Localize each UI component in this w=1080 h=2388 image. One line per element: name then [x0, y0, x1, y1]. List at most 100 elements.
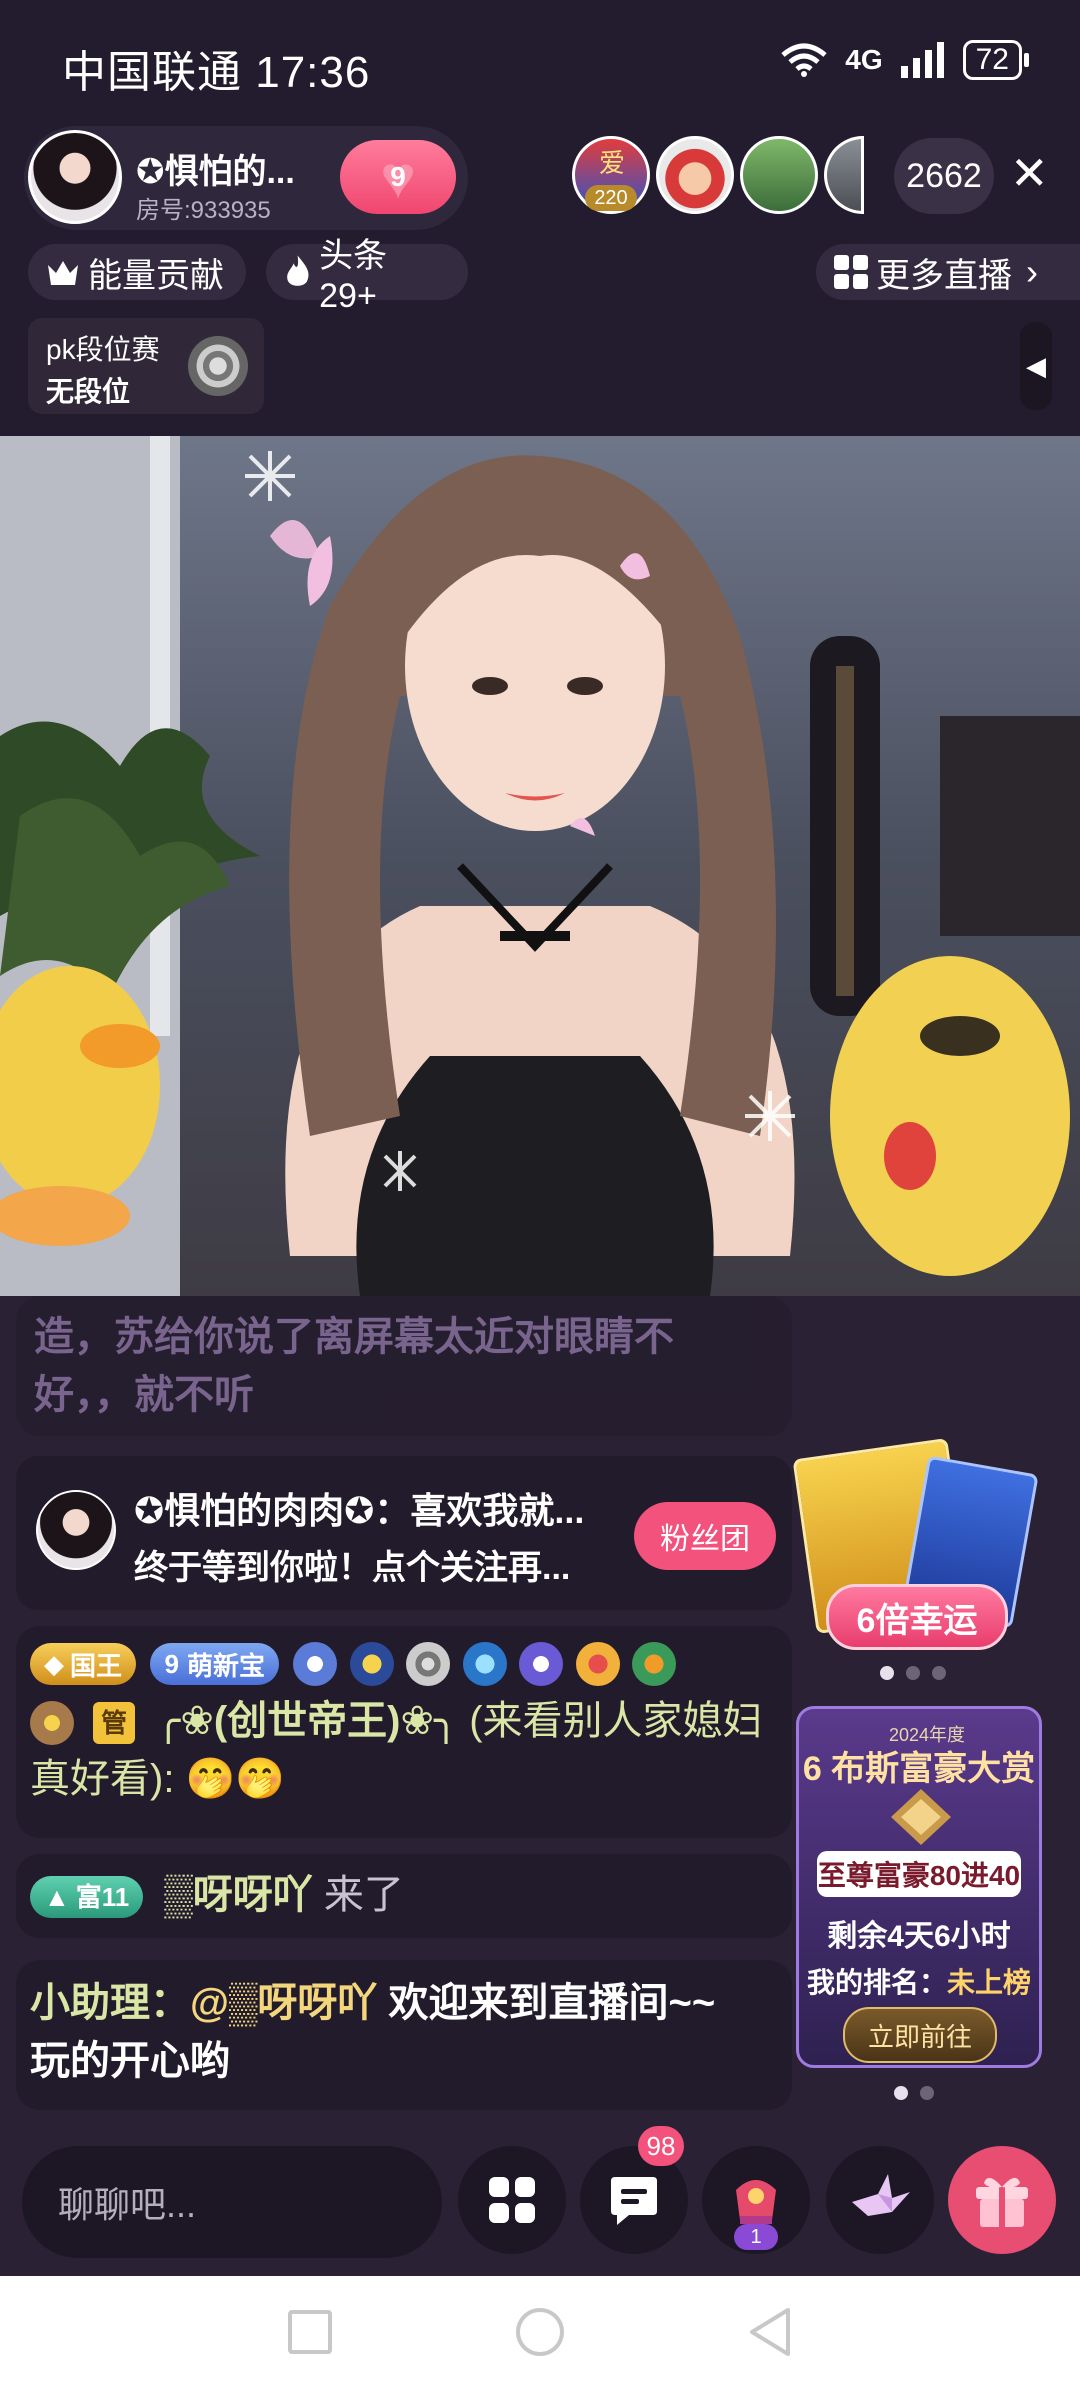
viewer-avatar[interactable] — [740, 136, 818, 214]
viewer-badge-label: 爱 — [599, 148, 626, 178]
chat-username[interactable]: ╭❀(创世帝王)❀╮ — [156, 1699, 458, 1743]
battery-indicator: 72 — [962, 40, 1030, 80]
rank-label: 我的排名： — [806, 1967, 947, 1998]
pager-dot — [894, 2086, 908, 2100]
medal-icon — [575, 1642, 620, 1686]
rich-icon: ▲ — [44, 1882, 70, 1913]
fan-level-button[interactable]: 1 — [702, 2146, 810, 2254]
pk-rank-panel[interactable]: pk段位赛 无段位 — [28, 318, 264, 414]
paper-crane-button[interactable] — [826, 2146, 934, 2254]
room-number: 房号:933935 — [136, 197, 271, 224]
newbie-level: 9 — [164, 1648, 179, 1679]
trophy-icon — [891, 1789, 951, 1845]
clock: 17:36 — [255, 48, 371, 97]
lucky-gift-promo[interactable]: 6倍幸运 — [792, 1436, 1040, 1666]
message-body: 管 ╭❀(创世帝王)❀╮ (来看别人家媳妇真好看): 🤭🤭 — [30, 1692, 778, 1808]
pk-title: pk段位赛 — [46, 334, 160, 365]
carrier-label: 中国联通 — [62, 48, 242, 97]
chat-text: 来了 — [323, 1873, 404, 1917]
rich-badge-label: 富11 — [75, 1882, 130, 1913]
pager-dot — [906, 1666, 920, 1680]
mention[interactable]: @▒呀呀吖 — [190, 1981, 377, 2025]
system-message: 小助理：@▒呀呀吖 欢迎来到直播间~~ 玩的开心哟 — [16, 1960, 792, 2110]
chevron-right-icon: › — [1026, 251, 1038, 292]
live-video[interactable] — [0, 436, 1080, 1296]
gift-button[interactable] — [948, 2146, 1056, 2254]
medal-icon — [462, 1642, 507, 1686]
viewer-avatar[interactable] — [824, 136, 864, 214]
newbie-badge-label: 萌新宝 — [186, 1650, 265, 1681]
bottom-toolbar: 聊聊吧... 98 1 — [0, 2126, 1080, 2276]
follow-heart-button[interactable]: ♥ 9 — [340, 140, 456, 214]
wifi-icon — [781, 43, 827, 77]
faded-message: 造，苏给你说了离屏幕太近对眼睛不 好，，就不听 — [16, 1296, 792, 1436]
viewer-badge-value: 220 — [585, 185, 637, 211]
assistant-prefix: 小助理： — [30, 1981, 190, 2025]
follow-prompt-card[interactable]: ✪惧怕的肉肉✪：喜欢我就... 终于等到你啦！点个关注再... 粉丝团 — [16, 1456, 792, 1610]
host-info[interactable]: ✪惧怕的... 房号:933935 ♥ 9 — [24, 126, 468, 230]
side-panel-toggle[interactable]: ◀ — [1020, 322, 1052, 410]
promo-subtitle: 至尊富豪80进40 — [817, 1851, 1021, 1897]
paper-crane-icon — [852, 2174, 910, 2216]
medal-icon — [632, 1642, 677, 1686]
status-left: 中国联通 17:36 — [62, 36, 370, 100]
promo-remaining: 剩余4天6小时 — [827, 1920, 1011, 1953]
more-live-chip[interactable]: 更多直播 › — [816, 244, 1080, 300]
home-icon[interactable] — [510, 2302, 570, 2362]
viewer-avatar[interactable] — [656, 136, 734, 214]
viewer-count[interactable]: 2662 — [894, 138, 994, 214]
lucky-label: 6倍幸运 — [826, 1584, 1008, 1650]
apps-grid-icon — [489, 2177, 535, 2223]
welcome-text: 欢迎来到直播间~~ — [388, 1981, 716, 2025]
follow-card-text: 终于等到你啦！点个关注再... — [134, 1549, 571, 1587]
host-name: ✪惧怕的... — [136, 153, 295, 191]
video-frame — [0, 436, 1080, 1296]
grid-icon — [834, 255, 868, 289]
pager-dot — [932, 1666, 946, 1680]
medal-icon — [293, 1642, 338, 1686]
message-icon — [611, 2177, 657, 2225]
pk-rank: 无段位 — [46, 376, 131, 407]
lucky-pager — [880, 1666, 946, 1680]
messages-button[interactable]: 98 — [580, 2126, 688, 2254]
level-badge: 1 — [734, 2224, 778, 2250]
pager-dot — [880, 1666, 894, 1680]
headline-chip[interactable]: 头条 29+ — [266, 237, 468, 315]
chat-input[interactable]: 聊聊吧... — [22, 2146, 442, 2258]
message-body: ▲ 富11 ▒呀呀吖 来了 — [30, 1866, 778, 1924]
energy-label: 能量贡献 — [88, 256, 224, 295]
headline-label: 头条 29+ — [319, 237, 388, 315]
chat-username[interactable]: ▒呀呀吖 — [164, 1873, 312, 1917]
badge-row: ◆ 国王 9 萌新宝 — [30, 1642, 778, 1686]
more-live-label: 更多直播 — [876, 256, 1012, 295]
close-icon[interactable]: ✕ — [1010, 146, 1049, 200]
back-icon[interactable] — [740, 2302, 800, 2362]
flame-icon — [287, 255, 309, 286]
chat-message[interactable]: ◆ 国王 9 萌新宝 管 ╭❀(创世帝王)❀╮ (来看别人家媳妇真好看): 🤭🤭 — [16, 1626, 792, 1838]
medal-icon — [519, 1642, 564, 1686]
viewer-avatar[interactable]: 爱 220 — [572, 136, 650, 214]
chevron-left-icon: ◀ — [1026, 350, 1046, 381]
medal-icon — [349, 1642, 394, 1686]
energy-contribution-chip[interactable]: 能量贡献 — [28, 244, 246, 300]
host-avatar-small[interactable] — [36, 1490, 116, 1570]
recent-apps-icon[interactable] — [280, 2302, 340, 2362]
chat-message[interactable]: ▲ 富11 ▒呀呀吖 来了 — [16, 1854, 792, 1938]
status-right: 4G 72 — [781, 40, 1030, 80]
heart-level: 9 — [390, 161, 406, 192]
host-avatar[interactable] — [28, 130, 122, 224]
fan-club-button[interactable]: 粉丝团 — [634, 1502, 776, 1570]
go-now-button[interactable]: 立即前往 — [843, 2007, 997, 2063]
follow-card-title: ✪惧怕的肉肉✪：喜欢我就... — [134, 1490, 585, 1531]
pk-rank-icon — [188, 336, 248, 396]
faded-line-2: 好，，就不听 — [34, 1373, 254, 1417]
pager-dot — [920, 2086, 934, 2100]
throne-icon — [736, 2180, 776, 2224]
rich-ranking-promo[interactable]: 2024年度 6 布斯富豪大赏 至尊富豪80进40 剩余4天6小时 我的排名：未… — [796, 1706, 1042, 2068]
crown-icon — [48, 261, 78, 285]
more-apps-button[interactable] — [458, 2146, 566, 2254]
network-type: 4G — [845, 44, 883, 75]
rank-value: 未上榜 — [947, 1967, 1032, 1998]
gift-icon — [976, 2177, 1028, 2227]
chat-area: 造，苏给你说了离屏幕太近对眼睛不 好，，就不听 ✪惧怕的肉肉✪：喜欢我就... … — [0, 1296, 1080, 2136]
